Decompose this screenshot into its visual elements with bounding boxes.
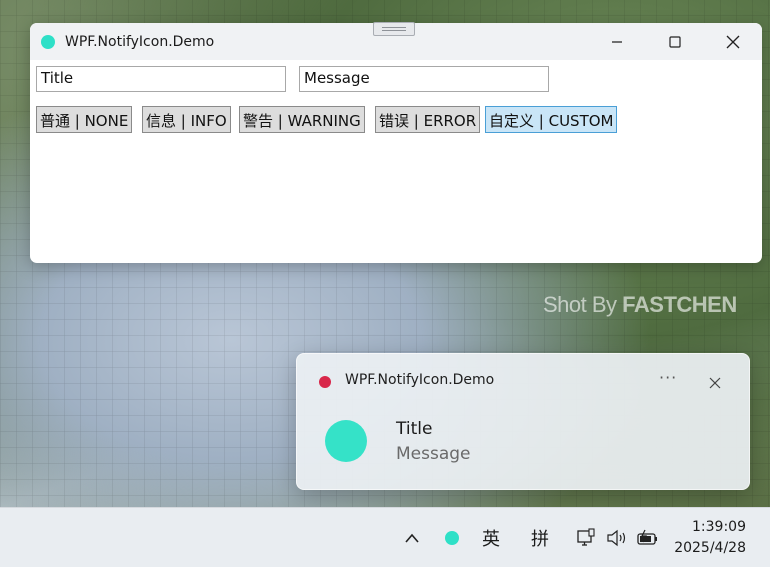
- title-input[interactable]: Title: [36, 66, 286, 92]
- none-button[interactable]: 普通 | NONE: [36, 106, 133, 133]
- custom-button[interactable]: 自定义 | CUSTOM: [485, 106, 618, 133]
- watermark: Shot By FASTCHEN: [543, 292, 737, 318]
- show-hidden-icons-button[interactable]: [399, 508, 425, 567]
- chevron-up-icon: [405, 533, 419, 543]
- maximize-icon: [669, 35, 681, 48]
- ime-language-button[interactable]: 英: [476, 508, 506, 567]
- window-controls: [588, 23, 762, 60]
- error-button[interactable]: 错误 | ERROR: [375, 106, 481, 133]
- toast-app-name: WPF.NotifyIcon.Demo: [345, 372, 495, 388]
- toast-message: Message: [396, 444, 471, 464]
- toast-notification[interactable]: WPF.NotifyIcon.Demo ··· Title Message: [296, 353, 750, 490]
- close-icon: [709, 377, 721, 389]
- minimize-button[interactable]: [588, 23, 646, 60]
- maximize-button[interactable]: [646, 23, 704, 60]
- message-input[interactable]: Message: [299, 66, 549, 92]
- battery-button[interactable]: [634, 508, 662, 567]
- app-icon: [41, 34, 55, 49]
- toast-title: Title: [396, 419, 433, 439]
- watermark-prefix: Shot By: [543, 292, 623, 317]
- window-content: Title Message 普通 | NONE 信息 | INFO 警告 | W…: [30, 60, 762, 133]
- toast-app-icon: [319, 376, 331, 388]
- tray-app-icon: [445, 530, 459, 545]
- tray-app-button[interactable]: [440, 508, 464, 567]
- network-icon: [577, 527, 595, 546]
- minimize-icon: [612, 40, 622, 43]
- battery-charging-icon: [637, 529, 657, 545]
- close-button[interactable]: [704, 23, 762, 60]
- clock-time: 1:39:09: [692, 519, 746, 535]
- toast-image-icon: [325, 420, 367, 462]
- ime-mode-button[interactable]: 拼: [525, 508, 555, 567]
- system-clock[interactable]: 1:39:09 2025/4/28: [674, 517, 746, 559]
- volume-button[interactable]: [604, 508, 630, 567]
- info-button[interactable]: 信息 | INFO: [142, 106, 231, 133]
- volume-icon: [607, 529, 626, 546]
- window-title: WPF.NotifyIcon.Demo: [65, 33, 215, 50]
- warning-button[interactable]: 警告 | WARNING: [239, 106, 365, 133]
- network-button[interactable]: [572, 508, 600, 567]
- toast-more-button[interactable]: ···: [659, 368, 677, 387]
- toast-close-button[interactable]: [709, 374, 721, 393]
- watermark-brand: FASTCHEN: [622, 292, 737, 317]
- app-window: WPF.NotifyIcon.Demo Title Message 普通 | N…: [30, 23, 762, 263]
- window-drag-handle[interactable]: [373, 22, 415, 36]
- taskbar: 英 拼 1:39:09 2025/4/28: [0, 507, 770, 567]
- close-icon: [726, 35, 740, 48]
- clock-date: 2025/4/28: [674, 540, 746, 556]
